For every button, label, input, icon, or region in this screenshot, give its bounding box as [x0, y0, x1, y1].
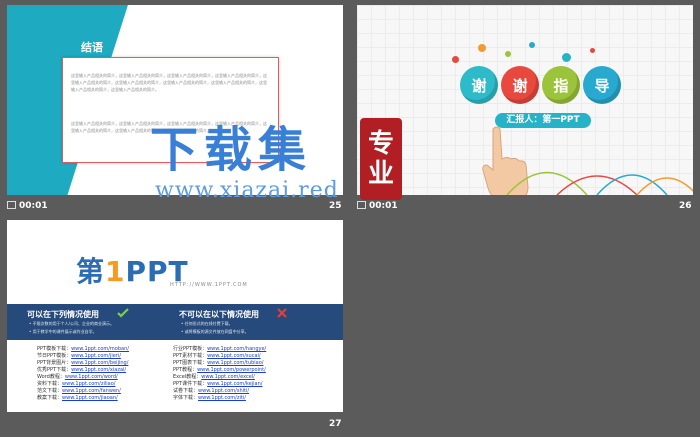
slide-thumbnail-25[interactable]: 结语 这里输入产品相关的简介，这里输入产品相关的简介，这里输入产品相关的简介，这… — [7, 5, 343, 195]
link-label: PPT背景图片： — [37, 360, 72, 366]
slide-26-timing: 00:01 — [357, 201, 398, 211]
link-url[interactable]: www.1ppt.com/jiaoan/ — [62, 395, 118, 401]
link-label: 教案下载： — [37, 395, 63, 401]
slide-number: 27 — [329, 419, 342, 429]
link-url[interactable]: www.1ppt.com/kejian/ — [207, 381, 262, 387]
link-url[interactable]: www.1ppt.com/sucai/ — [207, 353, 261, 359]
decor-dot — [562, 53, 571, 62]
decor-dot — [452, 56, 459, 63]
slide-title: 结语 — [81, 41, 103, 54]
resource-link-row[interactable]: PPT课件下载：www.1ppt.com/kejian/ — [173, 381, 262, 387]
link-label: Word教程： — [37, 374, 65, 380]
resource-link-row[interactable]: 行业PPT模板：www.1ppt.com/hangye/ — [173, 346, 266, 352]
transition-icon — [357, 201, 366, 209]
link-label: PPT教程： — [173, 367, 198, 373]
link-url[interactable]: www.1ppt.com/xiazai/ — [71, 367, 126, 373]
thanks-char-3: 指 — [542, 66, 580, 104]
link-label: 行业PPT模板： — [173, 346, 208, 352]
resource-link-row[interactable]: PPT背景图片：www.1ppt.com/beijing/ — [37, 360, 128, 366]
thanks-char-1: 谢 — [460, 66, 498, 104]
logo-tagline: HTTP://WWW.1PPT.COM — [170, 282, 248, 288]
usage-info-bar: 可以在下列情况使用 • 不限次数的用于个人/公司、企业的商业演示。 • 用于教学… — [7, 304, 343, 340]
slide-thumbnail-27[interactable]: 第1PPT HTTP://WWW.1PPT.COM 可以在下列情况使用 • 不限… — [7, 220, 343, 412]
allowed-title: 可以在下列情况使用 — [27, 310, 99, 319]
link-label: PPT图表下载： — [173, 360, 208, 366]
link-url[interactable]: www.1ppt.com/beijing/ — [71, 360, 128, 366]
slide-number: 25 — [329, 201, 342, 211]
resource-link-row[interactable]: 节日PPT模板：www.1ppt.com/jieri/ — [37, 353, 121, 359]
resource-link-row[interactable]: 教案下载：www.1ppt.com/jiaoan/ — [37, 395, 118, 401]
allowed-item: • 不限次数的用于个人/公司、企业的商业演示。 — [29, 321, 114, 326]
link-label: 范文下载： — [37, 388, 63, 394]
resource-link-row[interactable]: Word教程：www.1ppt.com/word/ — [37, 374, 118, 380]
link-url[interactable]: www.1ppt.com/powerpoint/ — [197, 367, 266, 373]
check-icon — [117, 308, 129, 318]
resource-link-row[interactable]: PPT模板下载：www.1ppt.com/moban/ — [37, 346, 129, 352]
link-url[interactable]: www.1ppt.com/hangye/ — [207, 346, 266, 352]
allowed-item: • 用于教学中的课件展示或作业自学。 — [29, 329, 97, 334]
thanks-char-4: 导 — [583, 66, 621, 104]
link-label: PPT模板下载： — [37, 346, 72, 352]
link-label: Excel教程： — [173, 374, 202, 380]
link-url[interactable]: www.1ppt.com/ziti/ — [198, 395, 246, 401]
link-url[interactable]: www.1ppt.com/tubiao/ — [207, 360, 263, 366]
link-url[interactable]: www.1ppt.com/moban/ — [71, 346, 129, 352]
resource-link-row[interactable]: PPT素材下载：www.1ppt.com/sucai/ — [173, 353, 261, 359]
resource-link-row[interactable]: Excel教程：www.1ppt.com/excel/ — [173, 374, 255, 380]
logo-number: 1 — [105, 255, 126, 288]
resource-link-row[interactable]: 试卷下载：www.1ppt.com/shiti/ — [173, 388, 249, 394]
link-label: 优秀PPT下载： — [37, 367, 72, 373]
resource-link-row[interactable]: PPT图表下载：www.1ppt.com/tubiao/ — [173, 360, 263, 366]
paragraph-2: 这里输入产品相关的简介，这里输入产品相关的简介，这里输入产品相关的简介，这里输入… — [71, 121, 267, 133]
resource-link-row[interactable]: 范文下载：www.1ppt.com/fanwen/ — [37, 388, 121, 394]
link-url[interactable]: www.1ppt.com/word/ — [65, 374, 118, 380]
link-url[interactable]: www.1ppt.com/excel/ — [201, 374, 255, 380]
thanks-char-2: 谢 — [501, 66, 539, 104]
slide-time: 00:01 — [369, 201, 398, 211]
decor-dot — [505, 51, 511, 57]
logo-text: 第 — [76, 255, 106, 288]
decor-dot — [478, 44, 486, 52]
link-url[interactable]: www.1ppt.com/shiti/ — [198, 388, 249, 394]
decor-arcs — [506, 171, 693, 195]
decor-dot — [529, 42, 535, 48]
conclusion-card: 这里输入产品相关的简介，这里输入产品相关的简介，这里输入产品相关的简介，这里输入… — [62, 57, 279, 163]
link-label: 试卷下载： — [173, 388, 199, 394]
forbidden-item: • 或将模板的源文件放在网盘中分享。 — [181, 329, 249, 334]
link-label: 资料下载： — [37, 381, 63, 387]
link-url[interactable]: www.1ppt.com/fanwen/ — [62, 388, 121, 394]
paragraph-1: 这里输入产品相关的简介，这里输入产品相关的简介，这里输入产品相关的简介，这里输入… — [71, 73, 267, 92]
slide-25-timing: 00:01 — [7, 201, 48, 211]
transition-icon — [7, 201, 16, 209]
link-url[interactable]: www.1ppt.com/ziliao/ — [62, 381, 115, 387]
resource-link-row[interactable]: PPT教程：www.1ppt.com/powerpoint/ — [173, 367, 266, 373]
decor-dot — [590, 48, 595, 53]
resource-link-row[interactable]: 优秀PPT下载：www.1ppt.com/xiazai/ — [37, 367, 126, 373]
cross-icon — [277, 308, 287, 318]
slide-thumbnail-26[interactable]: 谢 谢 指 导 汇报人：第一PPT — [357, 5, 693, 195]
link-label: PPT素材下载： — [173, 353, 208, 359]
link-label: 字体下载： — [173, 395, 199, 401]
forbidden-item: • 任何形式的在线付费下载。 — [181, 321, 233, 326]
slide-time: 00:01 — [19, 201, 48, 211]
forbidden-title: 不可以在以下情况使用 — [179, 310, 259, 319]
link-label: 节日PPT模板： — [37, 353, 72, 359]
slide-number: 26 — [679, 201, 692, 211]
resource-link-row[interactable]: 字体下载：www.1ppt.com/ziti/ — [173, 395, 246, 401]
link-url[interactable]: www.1ppt.com/jieri/ — [71, 353, 121, 359]
link-label: PPT课件下载： — [173, 381, 208, 387]
resource-link-row[interactable]: 资料下载：www.1ppt.com/ziliao/ — [37, 381, 115, 387]
